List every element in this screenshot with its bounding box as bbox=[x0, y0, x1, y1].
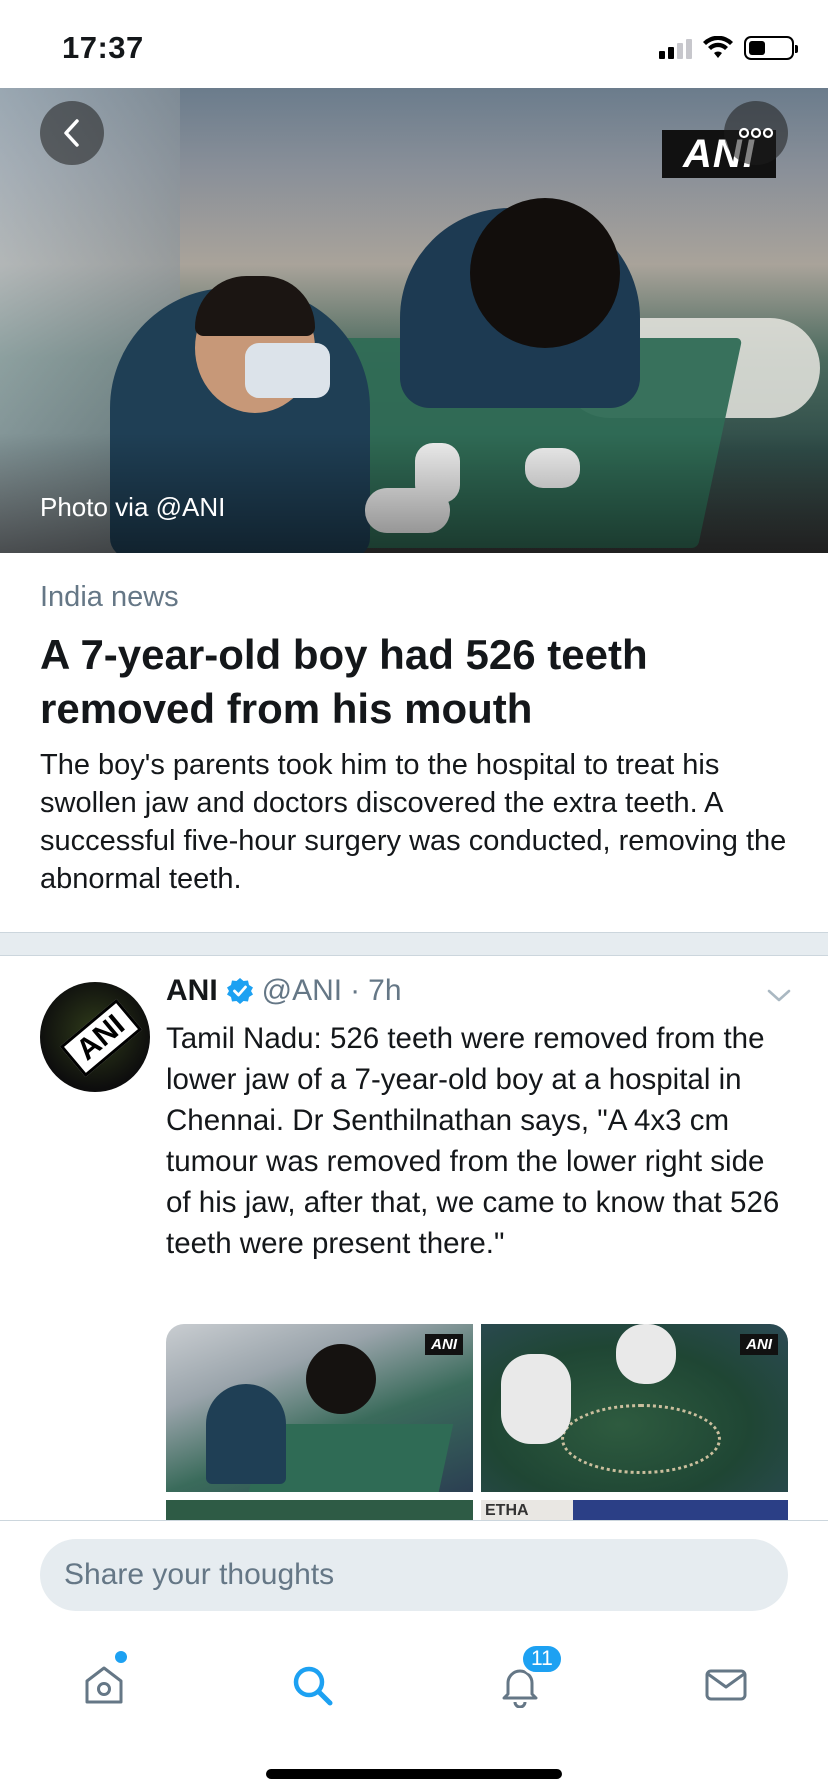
mail-icon bbox=[705, 1669, 747, 1701]
ani-watermark-logo: ANI bbox=[740, 1334, 778, 1355]
status-bar: 17:37 bbox=[0, 0, 828, 88]
tab-search[interactable] bbox=[282, 1655, 342, 1715]
verified-badge-icon bbox=[226, 978, 253, 1004]
tab-notifications[interactable]: 11 bbox=[490, 1643, 564, 1715]
home-unread-dot bbox=[115, 1651, 127, 1663]
article-hero-image: ANI Photo via @ANI bbox=[0, 88, 828, 553]
tweet-text: Tamil Nadu: 526 teeth were removed from … bbox=[166, 1022, 780, 1260]
tweet-timestamp: 7h bbox=[368, 974, 402, 1007]
tweet-author-name[interactable]: ANI bbox=[166, 974, 218, 1008]
battery-icon bbox=[744, 36, 798, 60]
tweet-author-handle[interactable]: @ANI bbox=[262, 974, 342, 1008]
notifications-count-badge: 11 bbox=[520, 1643, 564, 1675]
chevron-down-icon[interactable] bbox=[764, 980, 794, 1010]
cellular-signal-icon bbox=[659, 37, 692, 59]
article-category[interactable]: India news bbox=[40, 581, 179, 614]
home-icon bbox=[85, 1666, 123, 1704]
section-divider bbox=[0, 932, 828, 956]
status-time: 17:37 bbox=[62, 30, 144, 65]
tweet-media-image-2[interactable]: ANI bbox=[481, 1324, 788, 1492]
article-summary: The boy's parents took him to the hospit… bbox=[40, 749, 787, 895]
more-options-button[interactable] bbox=[724, 101, 788, 165]
share-thoughts-input[interactable] bbox=[40, 1539, 788, 1611]
photo-credit: Photo via @ANI bbox=[40, 492, 226, 522]
tab-messages[interactable] bbox=[696, 1655, 756, 1715]
home-indicator bbox=[266, 1769, 562, 1779]
back-button[interactable] bbox=[40, 101, 104, 165]
status-icons bbox=[659, 36, 798, 60]
media-partial-text: ETHA bbox=[485, 1502, 529, 1519]
tweet-separator: · bbox=[350, 974, 361, 1007]
tweet-media-grid[interactable]: ANI ANI ETHA bbox=[166, 1324, 788, 1524]
avatar[interactable]: ANI bbox=[40, 982, 150, 1092]
ani-watermark-logo: ANI bbox=[425, 1334, 463, 1355]
chevron-left-icon bbox=[64, 119, 79, 147]
tab-home[interactable] bbox=[74, 1651, 134, 1715]
search-icon bbox=[293, 1666, 333, 1706]
tweet-media-image-1[interactable]: ANI bbox=[166, 1324, 473, 1492]
article-headline: A 7-year-old boy had 526 teeth removed f… bbox=[40, 631, 648, 732]
ani-avatar-logo: ANI bbox=[59, 998, 143, 1078]
tab-bar: 11 bbox=[0, 1643, 828, 1735]
more-dots-icon bbox=[738, 127, 774, 139]
tweet-header: ANI @ANI · 7h bbox=[166, 974, 402, 1008]
bottom-bar: 11 bbox=[0, 1520, 828, 1792]
wifi-icon bbox=[703, 36, 733, 58]
